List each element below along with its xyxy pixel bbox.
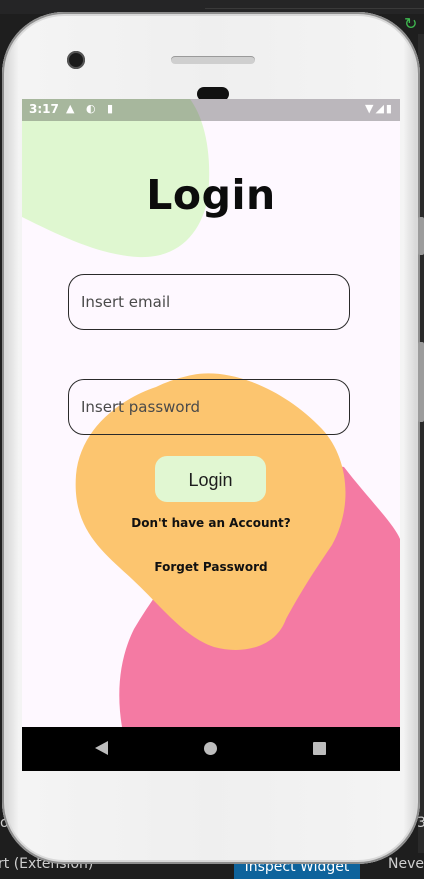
status-time: 3:17 [29, 102, 59, 116]
login-button[interactable]: Login [155, 456, 266, 502]
page-title: Login [146, 171, 276, 219]
back-icon[interactable] [95, 741, 108, 755]
home-icon[interactable] [204, 742, 217, 755]
forgot-password-link[interactable]: Forget Password [22, 560, 400, 574]
status-bar: 3:17 ▲ ◐ ▮ ▼◢▮ [22, 99, 400, 121]
app-screen: 3:17 ▲ ◐ ▮ ▼◢▮ Login Login Don't have an… [22, 99, 400, 771]
camera-icon [67, 51, 85, 69]
ide-divider [205, 8, 424, 9]
volume-button[interactable] [418, 342, 424, 422]
password-field[interactable] [68, 379, 350, 435]
email-field[interactable] [68, 274, 350, 330]
navigation-bar [22, 727, 400, 771]
signup-link[interactable]: Don't have an Account? [22, 516, 400, 530]
signal-battery-icons: ▼◢▮ [365, 102, 394, 115]
notification-icons: ▲ ◐ ▮ [66, 102, 118, 115]
speaker-grille [171, 56, 255, 64]
power-button[interactable] [418, 217, 424, 255]
never-button[interactable]: Never [388, 856, 424, 872]
recent-apps-icon[interactable] [313, 742, 326, 755]
refresh-icon[interactable]: ↻ [404, 14, 422, 34]
